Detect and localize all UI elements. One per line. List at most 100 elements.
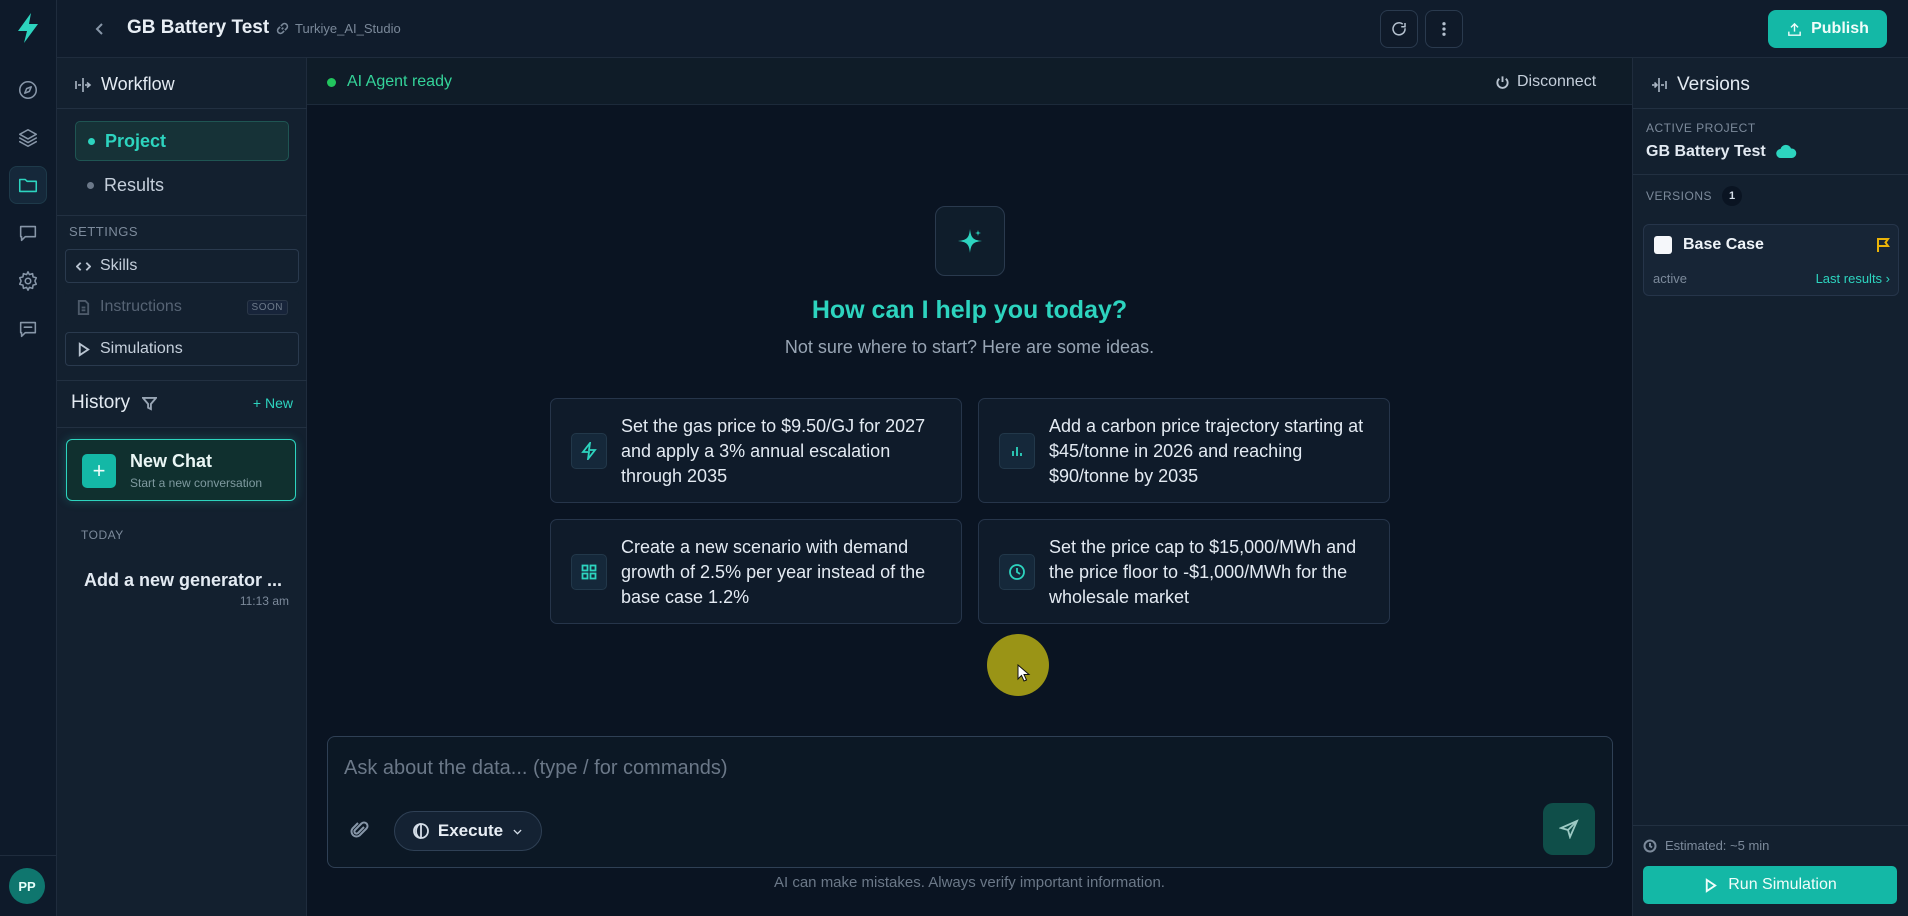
chat-input[interactable]: Ask about the data... (type / for comman…: [344, 757, 728, 780]
estimated-text: Estimated: ~5 min: [1665, 838, 1770, 853]
suggestion-card[interactable]: Set the gas price to $9.50/GJ for 2027 a…: [550, 398, 962, 503]
chat-icon[interactable]: [9, 214, 47, 252]
org-link[interactable]: Turkiye_AI_Studio: [276, 21, 401, 36]
chevron-down-icon: [513, 829, 522, 835]
refresh-button[interactable]: [1380, 10, 1418, 48]
divider: [1633, 174, 1908, 175]
compass-icon[interactable]: [9, 71, 47, 109]
clock-icon: [1643, 839, 1657, 852]
versions-panel: Versions ACTIVE PROJECT GB Battery Test …: [1632, 58, 1908, 916]
inactive-dot: [87, 182, 94, 189]
greeting-subheading: Not sure where to start? Here are some i…: [784, 337, 1155, 357]
send-icon: [1559, 819, 1579, 839]
document-icon: [77, 299, 90, 315]
divider: [57, 215, 307, 216]
active-project: GB Battery Test: [1646, 143, 1797, 161]
settings-item-simulations[interactable]: Simulations: [65, 332, 299, 366]
nav-item-project[interactable]: Project: [75, 121, 289, 161]
settings-item-label: Simulations: [100, 340, 183, 357]
collapse-panel-icon[interactable]: [73, 75, 93, 95]
more-vertical-icon: [1442, 22, 1446, 36]
chat-area: AI Agent ready Disconnect How can I help…: [307, 58, 1632, 916]
publish-label: Publish: [1811, 20, 1869, 37]
paperclip-icon[interactable]: [350, 820, 372, 842]
gear-icon[interactable]: [9, 262, 47, 300]
workflow-title: Workflow: [101, 74, 175, 94]
history-item-title: Add a new generator ...: [84, 570, 283, 590]
history-item[interactable]: Add a new generator ... 11:13 am: [84, 570, 289, 608]
new-chat-subtitle: Start a new conversation: [130, 476, 263, 490]
new-chat-link[interactable]: + New: [253, 395, 293, 411]
suggestion-card[interactable]: Add a carbon price trajectory starting a…: [978, 398, 1390, 503]
feedback-icon[interactable]: [9, 310, 47, 348]
top-bar: GB Battery Test Turkiye_AI_Studio Publis…: [57, 0, 1908, 58]
history-group-label: TODAY: [81, 528, 124, 542]
user-avatar[interactable]: PP: [9, 868, 45, 904]
more-options-button[interactable]: [1425, 10, 1463, 48]
history-header: History + New: [71, 392, 293, 414]
divider: [57, 380, 307, 381]
folder-icon[interactable]: [9, 166, 47, 204]
layers-icon[interactable]: [9, 119, 47, 157]
send-button[interactable]: [1543, 803, 1595, 855]
history-item-time: 11:13 am: [239, 594, 289, 608]
power-icon: [1496, 75, 1509, 89]
filter-icon[interactable]: [142, 396, 158, 411]
run-simulation-button[interactable]: Run Simulation: [1643, 866, 1897, 904]
lightning-icon: [571, 433, 607, 469]
new-chat-button[interactable]: + New Chat Start a new conversation: [66, 439, 296, 501]
versions-count-badge: 1: [1722, 186, 1743, 206]
settings-item-skills[interactable]: Skills: [65, 249, 299, 283]
version-card[interactable]: Base Case active Last results ›: [1643, 224, 1899, 296]
flag-icon[interactable]: [1876, 237, 1890, 253]
last-results-link[interactable]: Last results ›: [1816, 271, 1890, 286]
versions-header: Versions: [1649, 74, 1750, 96]
code-icon: [76, 261, 91, 271]
version-status: active: [1653, 271, 1687, 286]
suggestion-card[interactable]: Set the price cap to $15,000/MWh and the…: [978, 519, 1390, 624]
link-icon: [276, 22, 289, 35]
bar-chart-icon: [999, 433, 1035, 469]
back-chevron-icon[interactable]: [89, 18, 111, 40]
publish-button[interactable]: Publish: [1768, 10, 1887, 48]
chat-input-box[interactable]: Ask about the data... (type / for comman…: [327, 736, 1613, 868]
grid-icon: [571, 554, 607, 590]
project-title: GB Battery Test: [127, 17, 270, 38]
run-simulation-label: Run Simulation: [1728, 876, 1837, 893]
divider: [1633, 825, 1908, 826]
version-checkbox[interactable]: [1654, 236, 1672, 254]
rail-divider: [0, 855, 57, 856]
play-icon: [1706, 877, 1718, 893]
nav-label: Results: [104, 175, 165, 195]
mode-label: Execute: [437, 821, 504, 840]
versions-section: VERSIONS 1: [1646, 186, 1743, 206]
pointer-icon: [1017, 664, 1031, 682]
divider: [57, 427, 307, 428]
active-project-name: GB Battery Test: [1646, 143, 1766, 160]
status-dot: [327, 77, 336, 87]
workflow-panel: Workflow Project Results SETTINGS Skills…: [57, 58, 307, 916]
upload-icon: [1788, 22, 1801, 36]
lightning-logo-icon[interactable]: [14, 12, 42, 44]
settings-item-label: Skills: [100, 257, 138, 274]
suggestion-card[interactable]: Create a new scenario with demand growth…: [550, 519, 962, 624]
greeting-heading: How can I help you today?: [811, 296, 1128, 324]
settings-item-instructions: Instructions SOON: [65, 290, 299, 324]
versions-label: VERSIONS: [1646, 189, 1713, 203]
history-title: History: [71, 392, 131, 413]
refresh-icon: [1392, 22, 1406, 36]
sparkle-icon: [935, 206, 1005, 276]
estimated-time: Estimated: ~5 min: [1643, 838, 1769, 853]
suggestion-text: Set the gas price to $9.50/GJ for 2027 a…: [621, 416, 926, 486]
plus-icon: +: [82, 454, 116, 488]
cloud-icon: [1775, 144, 1797, 159]
disconnect-button[interactable]: Disconnect: [1495, 73, 1596, 91]
mode-select[interactable]: Execute: [394, 811, 542, 851]
icon-rail: PP: [0, 0, 57, 916]
nav-item-results[interactable]: Results: [87, 175, 164, 196]
settings-section-label: SETTINGS: [69, 224, 139, 239]
collapse-panel-icon[interactable]: [1649, 75, 1669, 95]
active-project-label: ACTIVE PROJECT: [1646, 121, 1756, 135]
workflow-header: Workflow: [73, 74, 175, 95]
ai-disclaimer: AI can make mistakes. Always verify impo…: [774, 874, 1165, 891]
